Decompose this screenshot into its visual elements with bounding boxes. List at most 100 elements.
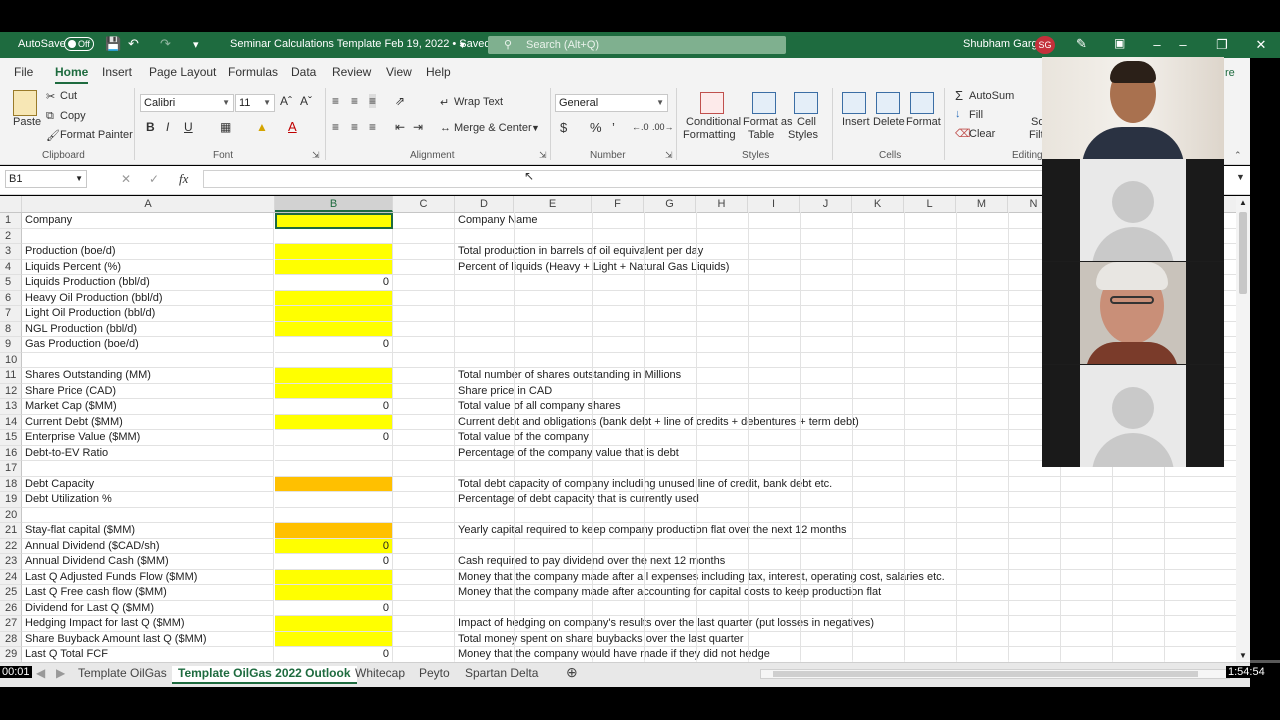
cell-c[interactable] (393, 616, 455, 632)
col-header-e[interactable]: E (514, 196, 592, 212)
decrease-font-icon[interactable]: Aˇ (300, 94, 312, 108)
cell-a[interactable]: Current Debt ($MM) (22, 414, 274, 430)
sheet-tab-template-oilgas[interactable]: Template OilGas (72, 666, 173, 680)
cell-b[interactable] (275, 290, 393, 306)
tab-view[interactable]: View (386, 65, 412, 79)
cell-a[interactable] (22, 507, 274, 523)
customize-qat-icon[interactable]: ▾ (193, 38, 199, 51)
col-header-a[interactable]: A (22, 196, 275, 212)
cell-a[interactable]: Production (boe/d) (22, 244, 274, 260)
cell-a[interactable]: Heavy Oil Production (bbl/d) (22, 290, 274, 306)
cell-a[interactable]: Last Q Free cash flow ($MM) (22, 585, 274, 601)
row-header[interactable]: 17 (0, 461, 22, 477)
row-header[interactable]: 26 (0, 600, 22, 616)
participant-video-presenter[interactable] (1042, 57, 1224, 159)
row-header[interactable]: 11 (0, 368, 22, 384)
row-header[interactable]: 12 (0, 383, 22, 399)
cell-d[interactable] (455, 539, 1236, 554)
cell-a[interactable] (22, 228, 274, 244)
format-painter-button[interactable]: Format Painter (60, 129, 133, 141)
cancel-icon[interactable]: ✕ (121, 172, 131, 186)
cell-a[interactable]: Share Buyback Amount last Q ($MM) (22, 631, 274, 647)
conditional-formatting-icon[interactable] (700, 92, 724, 114)
cell-d[interactable]: Money that the company made after accoun… (455, 585, 1236, 601)
row-header[interactable]: 18 (0, 476, 22, 492)
cell-a[interactable]: Dividend for Last Q ($MM) (22, 600, 274, 616)
cell-b[interactable] (275, 523, 393, 539)
cell-a[interactable]: Liquids Production (bbl/d) (22, 275, 274, 291)
merge-center-button[interactable]: Merge & Center (454, 122, 532, 134)
row-header[interactable]: 6 (0, 290, 22, 306)
cell-a[interactable] (22, 352, 274, 368)
col-header-i[interactable]: I (748, 196, 800, 212)
cell-c[interactable] (393, 383, 455, 399)
cell-b[interactable] (275, 352, 393, 368)
row-header[interactable]: 19 (0, 492, 22, 508)
cell-c[interactable] (393, 414, 455, 430)
row-header[interactable]: 4 (0, 259, 22, 275)
number-format-select[interactable]: General ▼ (555, 94, 668, 112)
decrease-indent-icon[interactable]: ⇤ (395, 120, 405, 134)
align-right-icon[interactable]: ≡ (369, 120, 376, 134)
cell-c[interactable] (393, 306, 455, 322)
row-header[interactable]: 16 (0, 445, 22, 461)
cell-b[interactable] (275, 631, 393, 647)
sheet-tab-whitecap[interactable]: Whitecap (349, 666, 411, 680)
increase-indent-icon[interactable]: ⇥ (413, 120, 423, 134)
insert-cells-button[interactable]: Insert (842, 116, 870, 128)
close-icon[interactable]: ✕ (1251, 35, 1271, 55)
align-middle-icon[interactable]: ≡ (351, 94, 358, 108)
col-header-l[interactable]: L (904, 196, 956, 212)
fill-color-icon[interactable]: ▲ (256, 120, 268, 134)
font-color-icon[interactable]: A (288, 119, 297, 134)
row-header[interactable]: 23 (0, 554, 22, 570)
cell-b[interactable] (275, 507, 393, 523)
cell-c[interactable] (393, 461, 455, 477)
tab-home[interactable]: Home (55, 65, 89, 84)
cell-c[interactable] (393, 445, 455, 461)
row-header[interactable]: 27 (0, 616, 22, 632)
cell-c[interactable] (393, 430, 455, 446)
copy-button[interactable]: Copy (60, 110, 86, 122)
format-as-table-label2[interactable]: Table (748, 129, 774, 141)
row-header[interactable]: 20 (0, 507, 22, 523)
copy-icon[interactable]: ⧉ (46, 110, 54, 123)
col-header-b[interactable]: B (275, 196, 393, 212)
row-header[interactable]: 14 (0, 414, 22, 430)
cell-b[interactable] (275, 461, 393, 477)
font-name-select[interactable]: Calibri ▼ (140, 94, 234, 112)
formula-input[interactable] (203, 170, 1043, 188)
wrap-text-button[interactable]: Wrap Text (454, 96, 503, 108)
next-sheet-icon[interactable]: ▶ (50, 666, 71, 680)
cell-d[interactable] (455, 601, 1236, 616)
currency-icon[interactable]: $ (560, 120, 567, 135)
cut-button[interactable]: Cut (60, 90, 77, 102)
row-header[interactable]: 21 (0, 523, 22, 539)
align-top-icon[interactable]: ≡ (332, 94, 339, 108)
cell-a[interactable]: NGL Production (bbl/d) (22, 321, 274, 337)
title-chevron-down-icon[interactable]: ▼ (458, 40, 467, 50)
italic-icon[interactable]: I (166, 120, 169, 134)
comma-icon[interactable]: ’ (612, 120, 615, 135)
delete-cells-icon[interactable] (876, 92, 900, 114)
cell-a[interactable]: Market Cap ($MM) (22, 399, 274, 415)
row-header[interactable]: 2 (0, 228, 22, 244)
insert-function-icon[interactable]: fx (179, 171, 188, 187)
collapse-ribbon-icon[interactable]: ⌃ (1234, 150, 1242, 161)
cell-d[interactable]: Cash required to pay dividend over the n… (455, 554, 1236, 570)
expand-formula-bar-icon[interactable]: ▼ (1236, 172, 1245, 182)
ribbon-display-icon[interactable]: ▣ (1114, 36, 1125, 50)
paste-button[interactable]: Paste (13, 116, 41, 128)
tab-formulas[interactable]: Formulas (228, 65, 278, 79)
row-header[interactable]: 24 (0, 569, 22, 585)
participant-tile-2[interactable] (1042, 159, 1224, 261)
row-header[interactable]: 1 (0, 213, 22, 229)
format-cells-button[interactable]: Format (906, 116, 941, 128)
cell-styles-button[interactable]: Cell (797, 116, 816, 128)
cell-d[interactable]: Yearly capital required to keep company … (455, 523, 1236, 539)
cell-c[interactable] (393, 275, 455, 291)
fill-button[interactable]: Fill (969, 109, 983, 121)
cell-d[interactable]: Percentage of debt capacity that is curr… (455, 492, 1236, 508)
bold-icon[interactable]: B (146, 120, 155, 134)
cell-c[interactable] (393, 538, 455, 554)
